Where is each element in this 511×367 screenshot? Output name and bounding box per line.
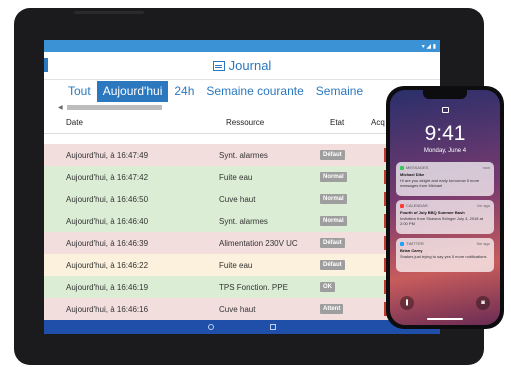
row-resource: Alimentation 230V UC (219, 239, 298, 248)
row-date: Aujourd'hui, à 16:47:42 (66, 173, 149, 182)
row-date: Aujourd'hui, à 16:47:49 (66, 151, 149, 160)
row-date: Aujourd'hui, à 16:46:40 (66, 217, 149, 226)
notification-card[interactable]: MESSAGES now Michael Dike Hi are you alrigh… (396, 162, 494, 196)
tab-bar: Tout Aujourd'hui 24h Semaine courante Se… (44, 80, 440, 103)
row-date: Aujourd'hui, à 16:46:16 (66, 305, 149, 314)
home-indicator[interactable] (427, 318, 463, 320)
state-badge: Défaut (320, 150, 345, 160)
lock-time: 9:41 (424, 122, 466, 145)
table-row[interactable]: Aujourd'hui, à 16:47:49 Synt. alarmes Défa… (44, 144, 440, 166)
state-badge: Normal (320, 172, 347, 182)
lock-icon (442, 107, 449, 113)
tab-semaine[interactable]: Semaine (310, 81, 369, 102)
flashlight-icon[interactable]: ❚ (400, 296, 414, 310)
table-row[interactable]: Aujourd'hui, à 16:46:22 Fuite eau Défaut (44, 254, 440, 276)
horizontal-scrollbar[interactable]: ◀ (44, 103, 440, 112)
journal-icon (212, 60, 225, 71)
state-badge: Défaut (320, 238, 345, 248)
tablet-camera-bar (74, 11, 144, 14)
table-spacer (44, 134, 440, 144)
scene: ▾ ◢ ▮ Journal Tout Aujourd'hui 24h Semai… (0, 0, 511, 367)
tab-24h[interactable]: 24h (168, 81, 200, 102)
state-badge: Attent (320, 304, 344, 314)
notification-card[interactable]: TWITTER 5m ago Brian Carey Snakes just tryi… (396, 238, 494, 272)
home-button-icon[interactable] (208, 324, 214, 330)
notification-title: Brian Carey (400, 248, 423, 253)
status-icons: ▾ ◢ ▮ (421, 43, 436, 50)
notification-age: 5m ago (476, 241, 490, 246)
android-nav-bar (44, 320, 440, 334)
row-resource: Synt. alarmes (219, 151, 268, 160)
row-resource: Fuite eau (219, 261, 253, 270)
phone-notch (423, 90, 467, 99)
camera-icon[interactable]: ◙ (476, 296, 490, 310)
state-badge: Défaut (320, 260, 345, 270)
lock-date: Monday, June 4 (423, 148, 467, 154)
row-resource: Cuve haut (219, 195, 256, 204)
tab-semaine-courante[interactable]: Semaine courante (200, 81, 309, 102)
app-icon (400, 241, 404, 246)
table-body: Aujourd'hui, à 16:47:49 Synt. alarmes Défa… (44, 144, 440, 320)
scrollbar-thumb[interactable] (66, 105, 162, 110)
header-resource[interactable]: Ressource (226, 118, 264, 127)
row-resource: TPS Fonction. PPE (219, 283, 288, 292)
table-row[interactable]: Aujourd'hui, à 16:46:40 Synt. alarmes Norm… (44, 210, 440, 232)
notification-body: Invitation from Shawna Stringer July 4, … (400, 216, 483, 226)
row-resource: Cuve haut (219, 305, 256, 314)
state-badge: Normal (320, 194, 347, 204)
tab-tout[interactable]: Tout (62, 81, 97, 102)
menu-icon[interactable] (44, 58, 48, 72)
table-row[interactable]: Aujourd'hui, à 16:47:42 Fuite eau Normal (44, 166, 440, 188)
row-date: Aujourd'hui, à 16:46:19 (66, 283, 149, 292)
app-icon (400, 203, 404, 208)
table-row[interactable]: Aujourd'hui, à 16:46:50 Cuve haut Normal (44, 188, 440, 210)
row-date: Aujourd'hui, à 16:46:22 (66, 261, 149, 270)
notification-title: Michael Dike (400, 172, 425, 177)
notification-age: now (482, 165, 490, 170)
status-bar: ▾ ◢ ▮ (44, 40, 440, 52)
row-date: Aujourd'hui, à 16:46:50 (66, 195, 149, 204)
table-row[interactable]: Aujourd'hui, à 16:46:39 Alimentation 230V… (44, 232, 440, 254)
notification-age: 2m ago (476, 203, 490, 208)
table-row[interactable]: Aujourd'hui, à 16:46:16 Cuve haut Attent (44, 298, 440, 320)
phone-lock-screen: 9:41 Monday, June 4 MESSAGES now Michael D… (390, 90, 500, 325)
table-row[interactable]: Aujourd'hui, à 16:46:19 TPS Fonction. PPE… (44, 276, 440, 298)
row-resource: Fuite eau (219, 173, 253, 182)
notification-body: Snakes just trying to say yes 5 more not… (400, 254, 487, 259)
notification-card[interactable]: CALENDAR 2m ago Fourth of July BBQ Summer … (396, 200, 494, 234)
tablet-screen: ▾ ◢ ▮ Journal Tout Aujourd'hui 24h Semai… (44, 40, 440, 334)
header-date[interactable]: Date (66, 118, 83, 127)
header-state[interactable]: Etat (330, 118, 344, 127)
app-bar: Journal (44, 52, 440, 80)
phone-device: 9:41 Monday, June 4 MESSAGES now Michael D… (386, 86, 504, 329)
state-badge: OK (320, 282, 335, 292)
header-ack[interactable]: Acq (371, 118, 385, 127)
scroll-left-icon[interactable]: ◀ (58, 104, 63, 111)
tab-aujourdhui[interactable]: Aujourd'hui (96, 81, 169, 102)
page-title: Journal (228, 58, 272, 73)
state-badge: Normal (320, 216, 347, 226)
notification-title: Fourth of July BBQ Summer Bash (400, 210, 465, 215)
notification-body: Hi are you alright and early tomorrow 5 … (400, 178, 480, 188)
app-icon (400, 165, 404, 170)
recents-button-icon[interactable] (270, 324, 276, 330)
table-header: Date Ressource Etat Acq (44, 112, 440, 134)
row-resource: Synt. alarmes (219, 217, 268, 226)
notification-app: MESSAGES (400, 165, 490, 170)
row-date: Aujourd'hui, à 16:46:39 (66, 239, 149, 248)
